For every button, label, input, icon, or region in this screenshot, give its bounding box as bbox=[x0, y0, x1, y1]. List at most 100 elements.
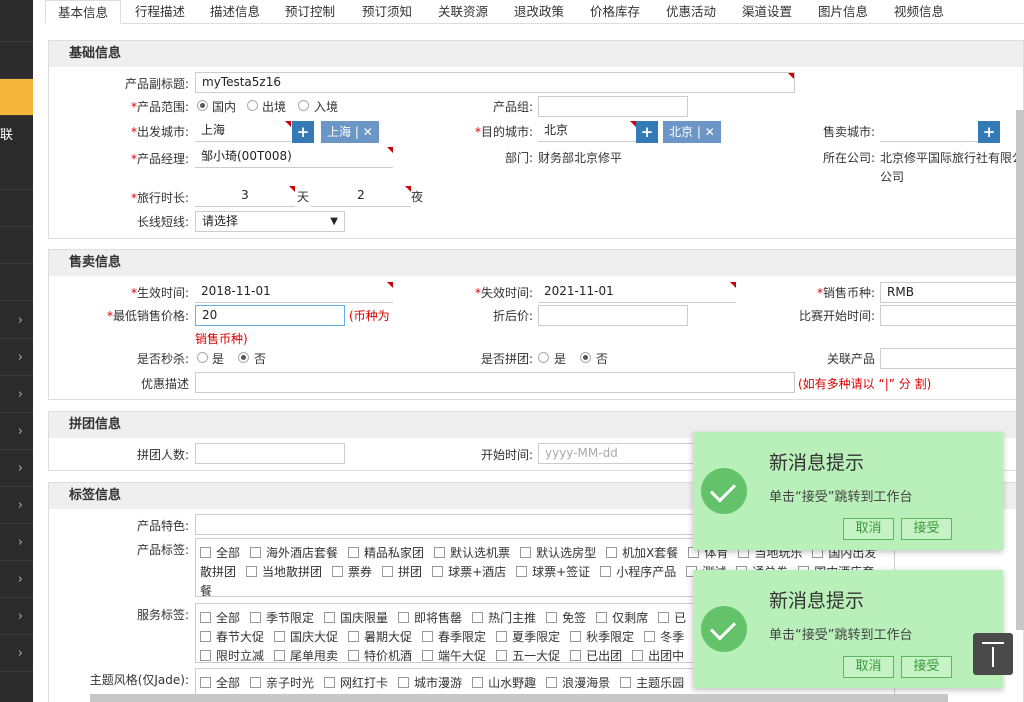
checkbox-item[interactable]: 默认选房型 bbox=[520, 546, 596, 560]
checkbox-item[interactable]: 春季限定 bbox=[422, 630, 486, 644]
manager-input[interactable]: 邹小琦(00T008) bbox=[195, 147, 393, 168]
checkbox-item[interactable]: 亲子时光 bbox=[250, 676, 314, 690]
dest-city-input[interactable]: 北京 bbox=[538, 121, 636, 142]
checkbox-item[interactable]: 端午大促 bbox=[422, 649, 486, 662]
checkbox-item[interactable]: 海外酒店套餐 bbox=[250, 546, 338, 560]
checkbox[interactable] bbox=[434, 547, 446, 558]
checkbox[interactable] bbox=[496, 650, 508, 661]
currency-input[interactable]: RMB bbox=[880, 282, 1024, 303]
tab-booking-control[interactable]: 预订控制 bbox=[285, 0, 335, 24]
checkbox[interactable] bbox=[250, 677, 262, 688]
checkbox[interactable] bbox=[570, 631, 582, 642]
chevron-right-icon[interactable]: › bbox=[0, 302, 33, 339]
checkbox-item[interactable]: 球票+签证 bbox=[516, 565, 590, 579]
checkbox[interactable] bbox=[472, 612, 484, 623]
sidebar-item[interactable] bbox=[0, 227, 33, 264]
sidebar-item[interactable] bbox=[0, 190, 33, 227]
checkbox-item[interactable]: 网红打卡 bbox=[324, 676, 388, 690]
checkbox[interactable] bbox=[200, 631, 211, 642]
checkbox-item[interactable]: 拼团 bbox=[382, 565, 422, 579]
checkbox[interactable] bbox=[200, 547, 211, 558]
checkbox-item[interactable]: 五一大促 bbox=[496, 649, 560, 662]
checkbox[interactable] bbox=[472, 677, 484, 688]
sidebar-item[interactable] bbox=[0, 42, 33, 79]
checkbox[interactable] bbox=[398, 612, 410, 623]
tab-basic-info[interactable]: 基本信息 bbox=[45, 0, 122, 24]
checkbox-item[interactable]: 春节大促 bbox=[200, 630, 264, 644]
tab-related-resources[interactable]: 关联资源 bbox=[438, 0, 488, 24]
checkbox-item[interactable]: 城市漫游 bbox=[398, 676, 462, 690]
group-start-input[interactable]: yyyy-MM-dd bbox=[538, 443, 698, 464]
tab-description[interactable]: 描述信息 bbox=[210, 0, 260, 24]
checkbox[interactable] bbox=[250, 547, 262, 558]
checkbox-item[interactable]: 票券 bbox=[332, 565, 372, 579]
horizontal-scrollbar[interactable] bbox=[90, 694, 948, 702]
tab-videos[interactable]: 视频信息 bbox=[894, 0, 944, 24]
checkbox[interactable] bbox=[348, 631, 360, 642]
checkbox-item[interactable]: 秋季限定 bbox=[570, 630, 634, 644]
checkbox[interactable] bbox=[422, 650, 434, 661]
sidebar-item-active[interactable] bbox=[0, 79, 33, 116]
checkbox-item[interactable]: 冬季 bbox=[644, 630, 684, 644]
checkbox[interactable] bbox=[274, 650, 286, 661]
chevron-right-icon[interactable]: › bbox=[0, 339, 33, 376]
checkbox[interactable] bbox=[516, 566, 528, 577]
flash-no-radio[interactable] bbox=[238, 352, 249, 363]
chevron-right-icon[interactable]: › bbox=[0, 487, 33, 524]
checkbox[interactable] bbox=[632, 650, 644, 661]
back-to-top-button[interactable] bbox=[973, 633, 1013, 675]
checkbox-item[interactable]: 仅剩席 bbox=[596, 611, 648, 625]
related-product-input[interactable] bbox=[880, 348, 1024, 369]
toast-accept-button[interactable]: 接受 bbox=[901, 656, 952, 678]
group-buy-yes-radio[interactable] bbox=[538, 352, 549, 363]
match-start-input[interactable] bbox=[880, 305, 1024, 326]
checkbox-item[interactable]: 特价机酒 bbox=[348, 649, 412, 662]
toast-cancel-button[interactable]: 取消 bbox=[843, 656, 894, 678]
chevron-right-icon[interactable]: › bbox=[0, 561, 33, 598]
checkbox[interactable] bbox=[246, 566, 258, 577]
sidebar-item[interactable] bbox=[0, 153, 33, 190]
sidebar-item[interactable] bbox=[0, 5, 33, 42]
tab-images[interactable]: 图片信息 bbox=[818, 0, 868, 24]
checkbox[interactable] bbox=[398, 677, 410, 688]
checkbox-item[interactable]: 夏季限定 bbox=[496, 630, 560, 644]
checkbox-item[interactable]: 已出团 bbox=[570, 649, 622, 662]
checkbox-item[interactable]: 精品私家团 bbox=[348, 546, 424, 560]
tab-channel-settings[interactable]: 渠道设置 bbox=[742, 0, 792, 24]
checkbox[interactable] bbox=[200, 650, 211, 661]
chevron-right-icon[interactable]: › bbox=[0, 450, 33, 487]
close-icon[interactable]: ✕ bbox=[705, 125, 715, 139]
days-input[interactable]: 3 bbox=[195, 186, 295, 207]
checkbox-item[interactable]: 国庆限量 bbox=[324, 611, 388, 625]
sidebar-item-label[interactable]: 联 bbox=[0, 124, 13, 143]
tab-refund-policy[interactable]: 退改政策 bbox=[514, 0, 564, 24]
checkbox[interactable] bbox=[496, 631, 508, 642]
checkbox-item[interactable]: 已 bbox=[658, 611, 686, 625]
chevron-right-icon[interactable]: › bbox=[0, 376, 33, 413]
checkbox[interactable] bbox=[600, 566, 612, 577]
checkbox[interactable] bbox=[324, 612, 336, 623]
chevron-right-icon[interactable]: › bbox=[0, 413, 33, 450]
checkbox[interactable] bbox=[520, 547, 532, 558]
checkbox[interactable] bbox=[382, 566, 394, 577]
checkbox[interactable] bbox=[200, 612, 211, 623]
checkbox[interactable] bbox=[546, 612, 558, 623]
discount-price-input[interactable] bbox=[538, 305, 688, 326]
checkbox[interactable] bbox=[546, 677, 558, 688]
checkbox[interactable] bbox=[620, 677, 632, 688]
chevron-right-icon[interactable]: › bbox=[0, 524, 33, 561]
checkbox-item[interactable]: 限时立减 bbox=[200, 649, 264, 662]
checkbox-item[interactable]: 小程序产品 bbox=[600, 565, 676, 579]
checkbox-item[interactable]: 免签 bbox=[546, 611, 586, 625]
subtitle-input[interactable]: myTesta5z16 bbox=[195, 72, 795, 93]
checkbox-item[interactable]: 主题乐园 bbox=[620, 676, 684, 690]
checkbox[interactable] bbox=[200, 677, 211, 688]
checkbox[interactable] bbox=[658, 612, 670, 623]
checkbox[interactable] bbox=[606, 547, 618, 558]
checkbox-item[interactable]: 尾单甩卖 bbox=[274, 649, 338, 662]
checkbox-item[interactable]: 全部 bbox=[200, 546, 240, 560]
add-depart-city-button[interactable]: + bbox=[292, 121, 314, 143]
scope-inbound-radio[interactable] bbox=[298, 100, 309, 111]
product-group-input[interactable] bbox=[538, 96, 688, 117]
checkbox-item[interactable]: 浪漫海景 bbox=[546, 676, 610, 690]
